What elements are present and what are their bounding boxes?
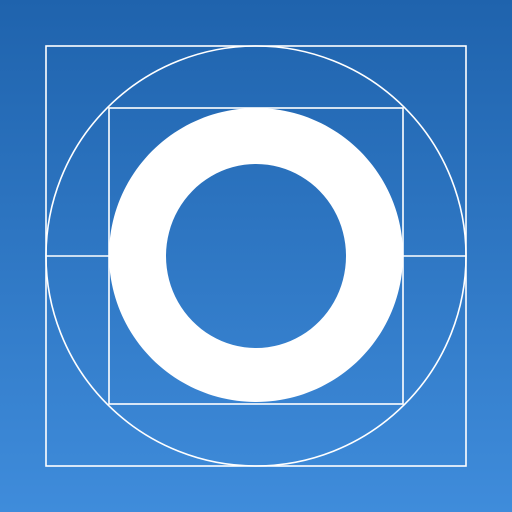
app-icon xyxy=(0,0,512,512)
app-icon-graphic xyxy=(0,0,512,512)
